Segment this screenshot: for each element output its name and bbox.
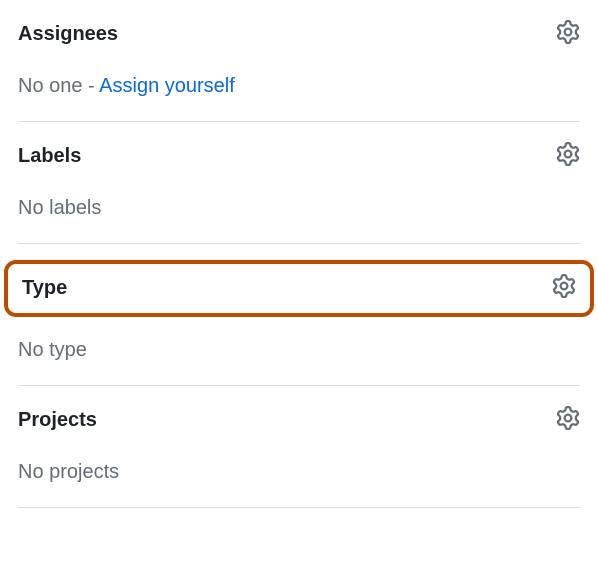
gear-icon <box>556 142 580 171</box>
labels-section: Labels No labels <box>18 122 580 244</box>
type-body: No type <box>18 335 580 365</box>
projects-section: Projects No projects <box>18 386 580 508</box>
assignees-empty-text: No one - <box>18 75 99 97</box>
gear-icon <box>556 406 580 435</box>
labels-title: Labels <box>18 145 81 168</box>
assignees-header: Assignees <box>18 20 580 49</box>
projects-header: Projects <box>18 406 580 435</box>
gear-icon <box>552 274 576 303</box>
labels-header: Labels <box>18 142 580 171</box>
projects-body: No projects <box>18 457 580 487</box>
projects-settings-button[interactable] <box>556 406 580 435</box>
assign-yourself-link[interactable]: Assign yourself <box>99 75 235 97</box>
assignees-section: Assignees No one - Assign yourself <box>18 0 580 122</box>
type-empty-text: No type <box>18 339 87 361</box>
type-settings-button[interactable] <box>552 274 576 303</box>
type-section: Type No type <box>18 244 580 386</box>
projects-title: Projects <box>18 409 97 432</box>
type-header-highlight: Type <box>4 260 594 317</box>
projects-empty-text: No projects <box>18 461 119 483</box>
assignees-body: No one - Assign yourself <box>18 71 580 101</box>
labels-settings-button[interactable] <box>556 142 580 171</box>
assignees-settings-button[interactable] <box>556 20 580 49</box>
type-title: Type <box>22 277 67 300</box>
gear-icon <box>556 20 580 49</box>
labels-body: No labels <box>18 193 580 223</box>
assignees-title: Assignees <box>18 23 118 46</box>
labels-empty-text: No labels <box>18 197 101 219</box>
